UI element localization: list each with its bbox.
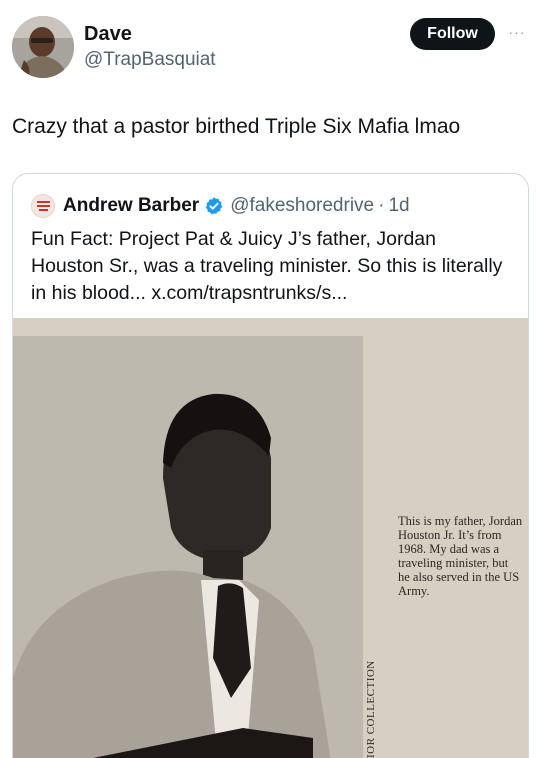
more-options-icon[interactable]: ··· [506,24,528,44]
quoted-post-header: Andrew Barber @fakeshoredrive · 1d [31,192,410,220]
avatar-photo [12,16,74,78]
photo-caption: This is my father, Jordan Houston Jr. It… [398,514,523,598]
author-avatar[interactable] [12,16,74,78]
quoted-author-name[interactable]: Andrew Barber [63,195,199,217]
author-name[interactable]: Dave [84,22,216,46]
quoted-post-time[interactable]: 1d [388,195,409,217]
quoted-author-handle[interactable]: @fakeshoredrive [230,195,374,217]
quoted-post[interactable]: Andrew Barber @fakeshoredrive · 1d Fun F… [12,173,529,758]
quoted-author-avatar[interactable] [31,194,55,218]
quoted-post-text: Fun Fact: Project Pat & Juicy J’s father… [31,228,503,304]
post-header: Dave @TrapBasquiat Follow ··· [12,12,528,82]
follow-button[interactable]: Follow [410,18,495,50]
quoted-post-image[interactable]: This is my father, Jordan Houston Jr. It… [13,318,528,758]
author-info: Dave @TrapBasquiat [84,22,216,72]
author-handle[interactable]: @TrapBasquiat [84,48,216,72]
post-text: Crazy that a pastor birthed Triple Six M… [12,115,461,138]
photo-credit: IOR COLLECTION [365,660,377,758]
separator-dot: · [378,195,385,216]
verified-badge-icon [204,196,224,216]
